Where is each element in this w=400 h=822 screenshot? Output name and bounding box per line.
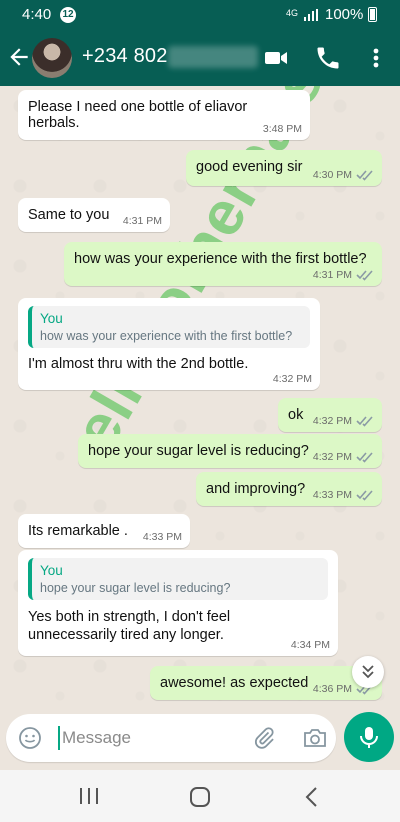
message-incoming[interactable]: Same to you 4:31 PM xyxy=(18,198,170,232)
message-text: good evening sir xyxy=(196,159,303,175)
status-time: 4:40 xyxy=(22,6,52,23)
emoji-icon[interactable] xyxy=(18,726,42,750)
message-text: and improving? xyxy=(206,481,306,497)
scroll-to-bottom-button[interactable] xyxy=(352,656,384,688)
message-text: hope your sugar level is reducing? xyxy=(88,443,309,459)
quote-text: hope your sugar level is reducing? xyxy=(40,581,231,595)
home-icon[interactable] xyxy=(188,786,212,808)
status-bar: 4:40 12 4G 100% xyxy=(0,0,400,30)
signal-icon xyxy=(304,9,318,21)
message-time: 4:30 PM xyxy=(312,169,352,181)
battery-level: 100% xyxy=(325,6,364,23)
quoted-message[interactable]: You hope your sugar level is reducing? xyxy=(28,558,328,600)
message-text: Please I need one bottle of eliavor herb… xyxy=(28,99,248,131)
message-time: 4:32 PM xyxy=(312,415,352,427)
message-incoming[interactable]: Its remarkable . 4:33 PM xyxy=(18,514,190,548)
back-arrow-icon[interactable] xyxy=(6,44,32,70)
recent-apps-icon[interactable] xyxy=(78,786,100,806)
message-time: 4:31 PM xyxy=(312,269,352,281)
message-outgoing[interactable]: ok 4:32 PM xyxy=(278,398,382,432)
message-outgoing[interactable]: hope your sugar level is reducing? 4:32 … xyxy=(78,434,382,468)
chat-header: +234 802 xyxy=(0,30,400,86)
message-text: I'm almost thru with the 2nd bottle. xyxy=(28,356,249,372)
message-text: how was your experience with the first b… xyxy=(74,251,367,267)
chevron-double-down-icon xyxy=(362,665,374,679)
system-nav-bar xyxy=(0,770,400,822)
notification-count-badge: 12 xyxy=(60,7,76,23)
message-outgoing[interactable]: good evening sir 4:30 PM xyxy=(186,150,382,186)
chat-area[interactable]: eliavorherbals Please I need one bottle … xyxy=(0,86,400,712)
contact-avatar[interactable] xyxy=(32,38,72,78)
quote-text: how was your experience with the first b… xyxy=(40,329,293,343)
network-type: 4G xyxy=(286,8,299,18)
phone-icon[interactable] xyxy=(314,44,342,72)
message-input[interactable] xyxy=(62,727,242,749)
back-icon[interactable] xyxy=(302,786,322,808)
text-cursor xyxy=(58,726,60,750)
message-text: ok xyxy=(288,407,304,423)
quoted-message[interactable]: You how was your experience with the fir… xyxy=(28,306,310,348)
contact-name[interactable]: +234 802 xyxy=(82,45,168,68)
mic-icon xyxy=(360,727,378,748)
message-time: 4:34 PM xyxy=(290,639,330,651)
message-outgoing[interactable]: and improving? 4:33 PM xyxy=(196,472,382,506)
message-time: 3:48 PM xyxy=(262,123,302,135)
read-receipt-icon xyxy=(356,270,373,281)
message-time: 4:32 PM xyxy=(312,451,352,463)
video-call-icon[interactable] xyxy=(262,44,290,72)
camera-icon[interactable] xyxy=(302,726,328,750)
message-incoming-reply[interactable]: You how was your experience with the fir… xyxy=(18,298,320,390)
message-time: 4:33 PM xyxy=(142,531,182,543)
read-receipt-icon xyxy=(356,490,373,501)
message-outgoing[interactable]: awesome! as expected 4:36 PM xyxy=(150,666,382,700)
quote-author: You xyxy=(40,311,63,326)
message-text: Its remarkable . xyxy=(28,523,128,539)
attach-icon[interactable] xyxy=(252,726,276,750)
message-composer xyxy=(6,714,336,762)
battery-icon xyxy=(368,7,377,22)
message-time: 4:31 PM xyxy=(122,215,162,227)
message-text: awesome! as expected xyxy=(160,675,309,691)
read-receipt-icon xyxy=(356,416,373,427)
message-text: Same to you xyxy=(28,207,110,223)
message-text: Yes both in strength, I don't feel unnec… xyxy=(28,609,231,644)
message-time: 4:36 PM xyxy=(312,683,352,695)
message-incoming-reply[interactable]: You hope your sugar level is reducing? Y… xyxy=(18,550,338,656)
message-outgoing[interactable]: how was your experience with the first b… xyxy=(64,242,382,286)
quote-author: You xyxy=(40,563,63,578)
message-incoming[interactable]: Please I need one bottle of eliavor herb… xyxy=(18,90,310,140)
redacted-number xyxy=(168,46,258,68)
read-receipt-icon xyxy=(356,452,373,463)
message-time: 4:32 PM xyxy=(272,373,312,385)
mic-button[interactable] xyxy=(344,712,394,762)
message-time: 4:33 PM xyxy=(312,489,352,501)
read-receipt-icon xyxy=(356,170,373,181)
more-vert-icon[interactable] xyxy=(362,44,390,72)
